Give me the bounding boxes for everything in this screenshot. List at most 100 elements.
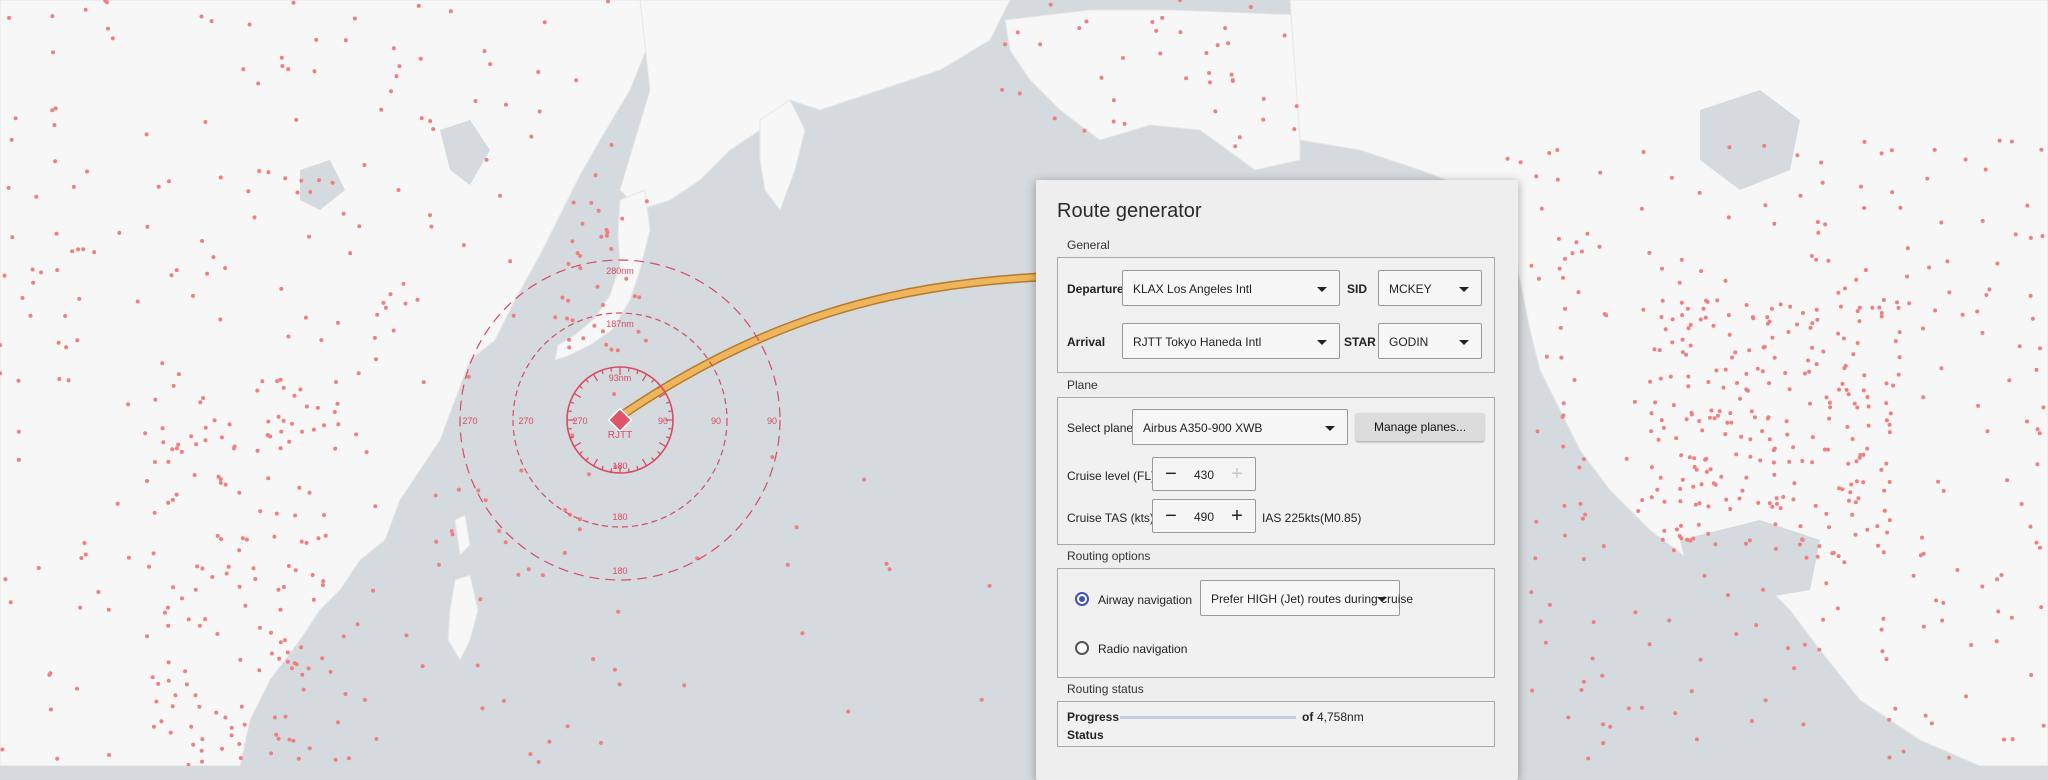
airport-dot[interactable] bbox=[1947, 290, 1952, 295]
airport-dot[interactable] bbox=[1543, 640, 1548, 645]
airport-dot[interactable] bbox=[1879, 627, 1884, 632]
airport-dot[interactable] bbox=[1547, 151, 1552, 155]
airport-dot[interactable] bbox=[1662, 499, 1667, 504]
airport-dot[interactable] bbox=[223, 266, 228, 271]
airport-dot[interactable] bbox=[1936, 479, 1941, 484]
airport-dot[interactable] bbox=[285, 659, 290, 664]
airport-dot[interactable] bbox=[437, 562, 441, 567]
airport-dot[interactable] bbox=[269, 630, 273, 635]
airport-dot[interactable] bbox=[166, 605, 170, 610]
airport-dot[interactable] bbox=[306, 666, 311, 671]
airport-dot[interactable] bbox=[126, 402, 131, 407]
airport-dot[interactable] bbox=[9, 137, 14, 142]
airport-dot[interactable] bbox=[144, 132, 149, 137]
airport-dot[interactable] bbox=[281, 585, 286, 589]
airport-dot[interactable] bbox=[2041, 723, 2046, 728]
airport-dot[interactable] bbox=[434, 539, 439, 544]
airport-dot[interactable] bbox=[1881, 550, 1886, 555]
airport-dot[interactable] bbox=[1586, 756, 1591, 761]
airport-dot[interactable] bbox=[632, 294, 637, 299]
airport-dot[interactable] bbox=[224, 571, 229, 576]
airport-dot[interactable] bbox=[1836, 554, 1841, 559]
airport-dot[interactable] bbox=[1685, 306, 1690, 311]
airport-dot[interactable] bbox=[2013, 232, 2018, 237]
airport-dot[interactable] bbox=[1538, 619, 1543, 624]
airport-dot[interactable] bbox=[1693, 502, 1698, 507]
airport-dot[interactable] bbox=[319, 338, 324, 343]
airport-dot[interactable] bbox=[1809, 254, 1814, 258]
airport-dot[interactable] bbox=[1714, 368, 1719, 373]
airport-dot[interactable] bbox=[156, 184, 161, 189]
airport-dot[interactable] bbox=[291, 0, 296, 5]
airport-dot[interactable] bbox=[1842, 560, 1847, 565]
airport-dot[interactable] bbox=[320, 583, 325, 588]
airport-dot[interactable] bbox=[1583, 512, 1588, 517]
airport-dot[interactable] bbox=[1898, 205, 1903, 210]
airport-dot[interactable] bbox=[343, 692, 348, 696]
airport-dot[interactable] bbox=[166, 660, 171, 665]
airport-dot[interactable] bbox=[884, 561, 889, 566]
airport-dot[interactable] bbox=[336, 422, 341, 427]
airport-dot[interactable] bbox=[286, 564, 291, 568]
airport-dot[interactable] bbox=[166, 500, 171, 505]
airport-dot[interactable] bbox=[577, 527, 582, 532]
airport-dot[interactable] bbox=[800, 631, 805, 636]
airport-dot[interactable] bbox=[1578, 501, 1583, 506]
airport-dot[interactable] bbox=[328, 669, 333, 674]
airport-dot[interactable] bbox=[1649, 429, 1654, 434]
airport-dot[interactable] bbox=[75, 686, 79, 691]
airport-dot[interactable] bbox=[1686, 326, 1691, 331]
airport-dot[interactable] bbox=[168, 730, 173, 735]
airport-dot[interactable] bbox=[1857, 319, 1862, 324]
airport-dot[interactable] bbox=[1229, 72, 1234, 77]
airport-dot[interactable] bbox=[266, 170, 271, 175]
airport-dot[interactable] bbox=[346, 756, 351, 761]
airport-dot[interactable] bbox=[604, 227, 609, 232]
airport-dot[interactable] bbox=[1821, 617, 1826, 622]
airport-dot[interactable] bbox=[281, 385, 286, 390]
airport-dot[interactable] bbox=[1671, 403, 1676, 408]
airport-dot[interactable] bbox=[1887, 717, 1892, 722]
airport-dot[interactable] bbox=[1947, 755, 1951, 760]
airport-dot[interactable] bbox=[36, 566, 41, 570]
airport-dot[interactable] bbox=[1579, 688, 1584, 692]
airport-dot[interactable] bbox=[1770, 504, 1775, 509]
airport-dot[interactable] bbox=[1798, 524, 1803, 529]
airport-dot[interactable] bbox=[1826, 258, 1831, 263]
airport-dot[interactable] bbox=[1082, 128, 1087, 133]
airport-dot[interactable] bbox=[1854, 479, 1859, 484]
airport-dot[interactable] bbox=[1529, 590, 1534, 595]
airport-dot[interactable] bbox=[1985, 429, 1990, 434]
airport-dot[interactable] bbox=[191, 293, 195, 298]
airport-dot[interactable] bbox=[316, 536, 321, 541]
airport-dot[interactable] bbox=[315, 405, 320, 410]
airport-dot[interactable] bbox=[1725, 420, 1730, 425]
airport-dot[interactable] bbox=[170, 704, 175, 709]
airport-dot[interactable] bbox=[275, 379, 280, 384]
airport-dot[interactable] bbox=[1602, 312, 1607, 316]
airport-dot[interactable] bbox=[255, 388, 260, 393]
airport-dot[interactable] bbox=[1815, 554, 1820, 559]
airport-dot[interactable] bbox=[1563, 306, 1567, 311]
airport-dot[interactable] bbox=[1687, 455, 1692, 460]
airport-dot[interactable] bbox=[1633, 610, 1638, 615]
airport-dot[interactable] bbox=[298, 387, 303, 392]
airport-dot[interactable] bbox=[1208, 80, 1212, 85]
airport-dot[interactable] bbox=[0, 747, 5, 752]
airport-dot[interactable] bbox=[600, 303, 605, 307]
airport-dot[interactable] bbox=[145, 479, 150, 483]
airport-dot[interactable] bbox=[8, 600, 13, 605]
airport-dot[interactable] bbox=[1855, 405, 1860, 410]
airport-dot[interactable] bbox=[279, 286, 284, 291]
sid-select[interactable]: MCKEY bbox=[1378, 270, 1482, 306]
airport-dot[interactable] bbox=[2009, 615, 2014, 620]
airport-dot[interactable] bbox=[1636, 509, 1641, 513]
airport-dot[interactable] bbox=[333, 446, 338, 451]
airport-dot[interactable] bbox=[388, 292, 393, 297]
airport-dot[interactable] bbox=[862, 477, 867, 482]
airport-dot[interactable] bbox=[1923, 713, 1928, 718]
airport-dot[interactable] bbox=[203, 617, 208, 622]
airport-dot[interactable] bbox=[1694, 467, 1699, 472]
airport-dot[interactable] bbox=[54, 231, 59, 236]
airport-dot[interactable] bbox=[1772, 221, 1777, 226]
